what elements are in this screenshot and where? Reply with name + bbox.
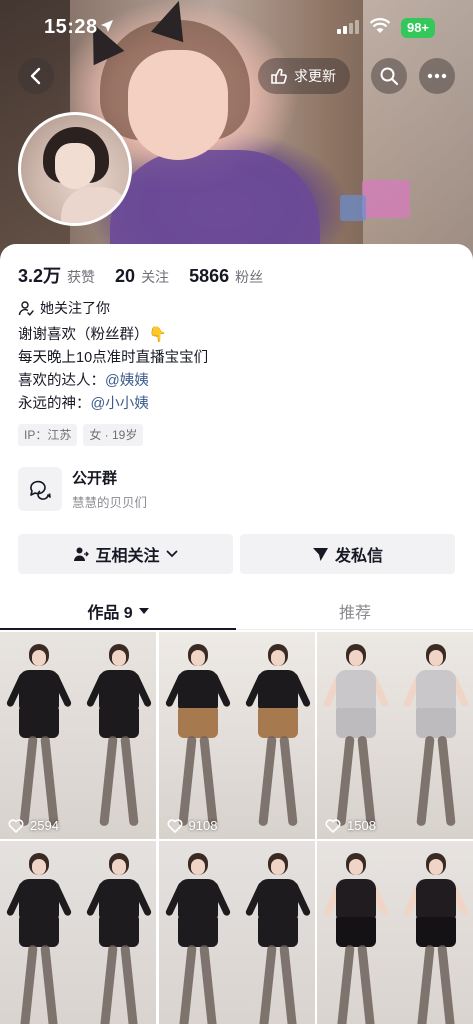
stat-followers-label: 粉丝 <box>235 269 264 285</box>
video-views: 2594 <box>8 818 59 833</box>
tab-recommend-label: 推荐 <box>338 605 371 622</box>
mention-link-1[interactable]: @姨姨 <box>105 373 149 389</box>
bio-line-3: 喜欢的达人：@姨姨 <box>18 370 208 393</box>
stat-followers-value: 5866 <box>189 266 230 286</box>
thumb-point-icon <box>271 68 287 84</box>
heart-icon <box>8 818 24 833</box>
group-title: 公开群 <box>72 470 118 487</box>
tab-active-indicator <box>0 628 236 630</box>
status-bar: 15:28 98+ <box>0 0 473 56</box>
video-views-count: 9108 <box>188 818 218 833</box>
video-thumbnail[interactable]: 2594 <box>0 632 156 839</box>
video-thumbnail[interactable] <box>158 841 315 1024</box>
stat-likes-label: 获赞 <box>67 269 96 285</box>
request-update-button[interactable]: 求更新 <box>258 58 350 94</box>
group-chat-icon <box>18 467 62 511</box>
video-views-count: 1508 <box>347 818 376 833</box>
follows-you-text: 她关注了你 <box>40 300 110 316</box>
stat-followers[interactable]: 5866 粉丝 <box>189 266 263 287</box>
send-message-label: 发私信 <box>334 548 383 565</box>
send-paper-plane-icon <box>312 548 328 561</box>
content-tabs: 作品 9 推荐 <box>0 592 473 630</box>
cellular-signal-icon <box>337 20 359 34</box>
video-views: 1508 <box>325 818 376 833</box>
user-check-icon <box>18 301 34 316</box>
bio-line-4-prefix: 永远的神： <box>18 396 91 412</box>
send-message-button[interactable]: 发私信 <box>240 534 455 574</box>
video-grid: 2594 9108 1508 <box>0 632 473 1024</box>
tab-recommend[interactable]: 推荐 <box>237 592 473 630</box>
search-button[interactable] <box>371 58 407 94</box>
profile-stats: 3.2万 获赞 20 关注 5866 粉丝 <box>18 262 283 288</box>
user-mutual-icon <box>74 547 90 561</box>
stat-likes[interactable]: 3.2万 获赞 <box>18 262 95 288</box>
profile-page: 15:28 98+ 求更新 3.2万 获赞 20 关注 5866 粉丝 她关注了… <box>0 0 473 1024</box>
stat-following-label: 关注 <box>141 269 170 285</box>
mention-link-2[interactable]: @小小姨 <box>91 396 149 412</box>
stat-likes-value: 3.2万 <box>18 266 62 286</box>
video-views: 9108 <box>167 818 218 833</box>
heart-icon <box>167 818 182 833</box>
mutual-follow-label: 互相关注 <box>95 548 160 565</box>
video-thumbnail[interactable]: 9108 <box>158 632 315 839</box>
search-icon <box>380 67 399 86</box>
tab-works[interactable]: 作品 9 <box>0 592 236 630</box>
ip-location-tag: IP：江苏 <box>18 424 78 446</box>
bio-line-3-prefix: 喜欢的达人： <box>18 373 105 389</box>
bio-line-1: 谢谢喜欢（粉丝群）👇 <box>18 327 167 343</box>
tab-works-label: 作品 9 <box>87 605 133 622</box>
video-thumbnail[interactable] <box>0 841 156 1024</box>
group-subtitle: 慧慧的贝贝们 <box>72 496 148 510</box>
video-thumbnail[interactable]: 1508 <box>317 632 473 839</box>
caret-down-icon <box>138 608 149 614</box>
chevron-down-icon <box>166 550 177 558</box>
profile-actions: 互相关注 发私信 <box>18 534 455 574</box>
more-options-button[interactable] <box>419 58 455 94</box>
gender-age-tag: 女 · 19岁 <box>83 424 144 446</box>
chevron-left-icon <box>30 67 41 85</box>
stat-following[interactable]: 20 关注 <box>115 266 169 287</box>
avatar[interactable] <box>18 112 132 226</box>
video-thumbnail[interactable] <box>317 841 473 1024</box>
bio: 谢谢喜欢（粉丝群）👇 每天晚上10点准时直播宝宝们 喜欢的达人：@姨姨 永远的神… <box>18 324 208 416</box>
stat-following-value: 20 <box>115 266 136 286</box>
bio-line-2: 每天晚上10点准时直播宝宝们 <box>18 350 209 366</box>
wifi-icon <box>369 18 391 33</box>
bio-line-4: 永远的神：@小小姨 <box>18 393 208 416</box>
profile-tags: IP：江苏 女 · 19岁 <box>18 424 144 446</box>
battery-indicator: 98+ <box>401 18 435 38</box>
fan-group-entry[interactable]: 公开群 慧慧的贝贝们 <box>18 466 455 512</box>
follows-you-indicator: 她关注了你 <box>18 298 110 318</box>
status-time: 15:28 <box>44 16 98 38</box>
more-dots-icon <box>427 73 447 79</box>
location-arrow-icon <box>101 20 113 32</box>
request-update-label: 求更新 <box>294 68 336 84</box>
video-views-count: 2594 <box>30 818 59 833</box>
heart-icon <box>325 818 341 833</box>
mutual-follow-button[interactable]: 互相关注 <box>18 534 233 574</box>
back-button[interactable] <box>18 58 54 94</box>
